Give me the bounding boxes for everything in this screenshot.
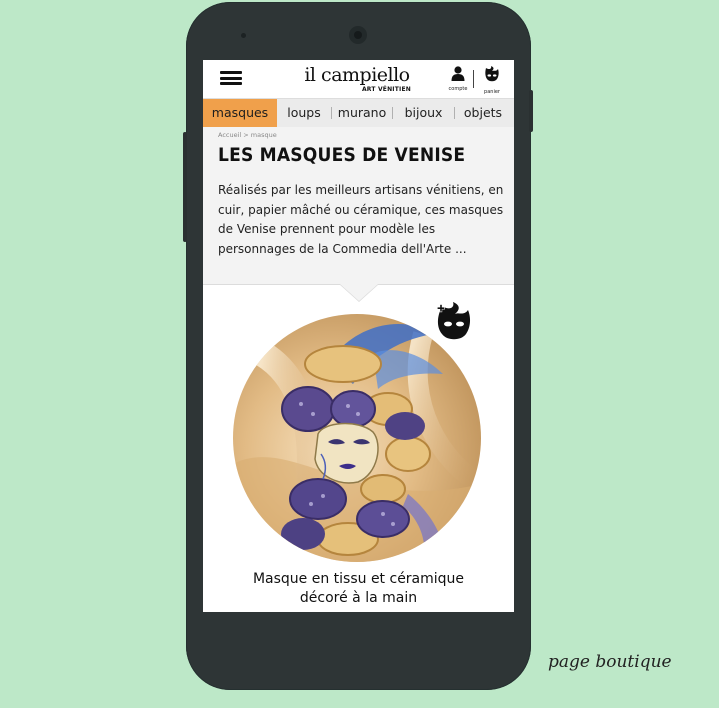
nav-item-murano[interactable]: murano bbox=[332, 99, 392, 127]
product-name[interactable]: Masque en tissu et céramique décoré à la… bbox=[223, 570, 494, 608]
phone-volume-button bbox=[183, 132, 187, 242]
logo-subtitle: ART VÉNITIEN bbox=[361, 86, 411, 93]
phone-camera bbox=[349, 26, 367, 44]
breadcrumb[interactable]: Accueil > masque bbox=[218, 131, 277, 139]
logo[interactable]: il campiello ART VÉNITIEN bbox=[303, 64, 411, 94]
nav-item-bijoux[interactable]: bijoux bbox=[393, 99, 454, 127]
logo-text: il campiello bbox=[304, 64, 410, 86]
category-intro: Accueil > masque LES MASQUES DE VENISE R… bbox=[203, 127, 514, 285]
menu-icon[interactable] bbox=[220, 71, 242, 85]
phone-power-button bbox=[529, 90, 533, 132]
account-button[interactable]: compte bbox=[446, 66, 470, 96]
phone-screen: il campiello ART VÉNITIEN compte panier … bbox=[203, 60, 514, 612]
category-nav: masques loups murano bijoux objets bbox=[203, 98, 514, 127]
product-name-line2: décoré à la main bbox=[299, 590, 418, 606]
mask-add-icon[interactable] bbox=[434, 301, 474, 343]
account-label: compte bbox=[448, 86, 468, 92]
product-image[interactable] bbox=[233, 314, 481, 562]
phone-sensor bbox=[241, 33, 246, 38]
intro-pointer bbox=[340, 284, 378, 301]
nav-item-objets[interactable]: objets bbox=[455, 99, 511, 127]
app-header: il campiello ART VÉNITIEN compte panier bbox=[203, 60, 514, 98]
nav-item-loups[interactable]: loups bbox=[277, 99, 331, 127]
page-title: LES MASQUES DE VENISE bbox=[218, 144, 466, 166]
product-name-line1: Masque en tissu et céramique bbox=[252, 571, 465, 587]
category-description: Réalisés par les meilleurs artisans véni… bbox=[218, 183, 504, 256]
header-divider bbox=[473, 70, 474, 88]
user-icon bbox=[451, 66, 465, 81]
mask-cart-icon bbox=[485, 66, 499, 82]
page-caption: page boutique bbox=[548, 652, 672, 672]
cart-label: panier bbox=[484, 89, 500, 95]
nav-item-masques[interactable]: masques bbox=[203, 99, 277, 127]
cart-button[interactable]: panier bbox=[480, 66, 504, 96]
